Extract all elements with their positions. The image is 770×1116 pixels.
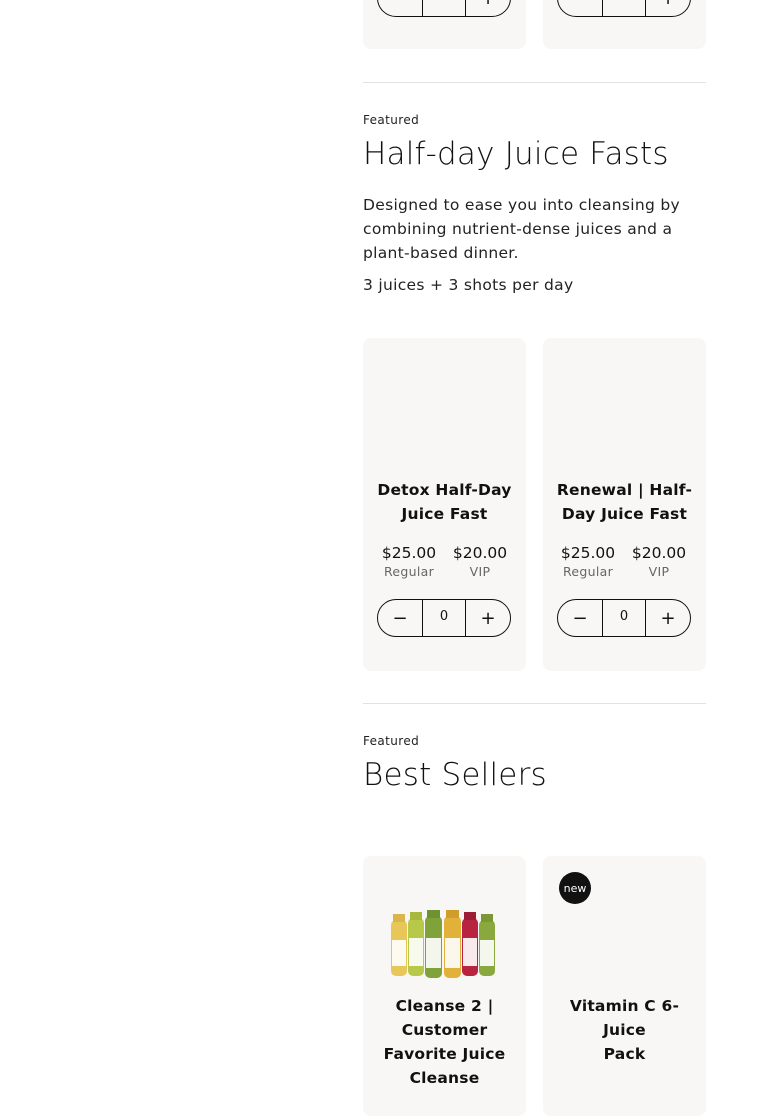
juice-bottles-image[interactable] [389,910,501,982]
section-eyebrow: Featured [363,734,420,748]
product-name[interactable]: Vitamin C 6-Juice Pack [551,994,698,1066]
increment-button[interactable]: + [646,0,690,16]
quantity-stepper: − 0 + [377,599,511,637]
product-card[interactable]: − + [543,0,706,49]
plus-icon: + [660,607,676,629]
quantity-value[interactable]: 0 [422,600,466,636]
quantity-stepper: − + [557,0,691,17]
regular-price: $25.00 Regular [381,544,437,579]
increment-button[interactable]: + [466,0,510,16]
product-name[interactable]: Detox Half-Day Juice Fast [371,478,518,526]
minus-icon: − [572,607,588,629]
regular-price: $25.00 Regular [560,544,616,579]
product-name[interactable]: Renewal | Half- Day Juice Fast [551,478,698,526]
plus-icon: + [660,0,675,9]
product-name[interactable]: Cleanse 2 | Customer Favorite Juice Clea… [371,994,518,1090]
product-card[interactable]: Detox Half-Day Juice Fast $25.00 Regular… [363,338,526,671]
increment-button[interactable]: + [646,600,690,636]
vip-price: $20.00 VIP [452,544,508,579]
section-eyebrow: Featured [363,113,420,127]
vip-price: $20.00 VIP [631,544,687,579]
decrement-button[interactable]: − [558,600,602,636]
quantity-value[interactable]: 0 [602,600,646,636]
section-title: Best Sellers [363,757,547,793]
decrement-button[interactable]: − [558,0,602,16]
quantity-stepper: − 0 + [557,599,691,637]
product-card[interactable]: new Vitamin C 6-Juice Pack [543,856,706,1116]
increment-button[interactable]: + [466,600,510,636]
plus-icon: + [480,0,495,9]
new-badge: new [559,872,591,904]
product-card[interactable]: Renewal | Half- Day Juice Fast $25.00 Re… [543,338,706,671]
decrement-button[interactable]: − [378,0,422,16]
section-title: Half-day Juice Fasts [363,136,669,172]
quantity-value[interactable] [602,0,646,16]
minus-icon: − [392,0,407,9]
minus-icon: − [392,607,408,629]
section-divider [363,703,706,704]
minus-icon: − [572,0,587,9]
product-card[interactable]: Cleanse 2 | Customer Favorite Juice Clea… [363,856,526,1116]
section-divider [363,82,706,83]
plus-icon: + [480,607,496,629]
section-description: Designed to ease you into cleansing by c… [363,196,680,262]
product-card[interactable]: − + [363,0,526,49]
quantity-value[interactable] [422,0,466,16]
section-subline: 3 juices + 3 shots per day [363,276,574,294]
quantity-stepper: − + [377,0,511,17]
decrement-button[interactable]: − [378,600,422,636]
